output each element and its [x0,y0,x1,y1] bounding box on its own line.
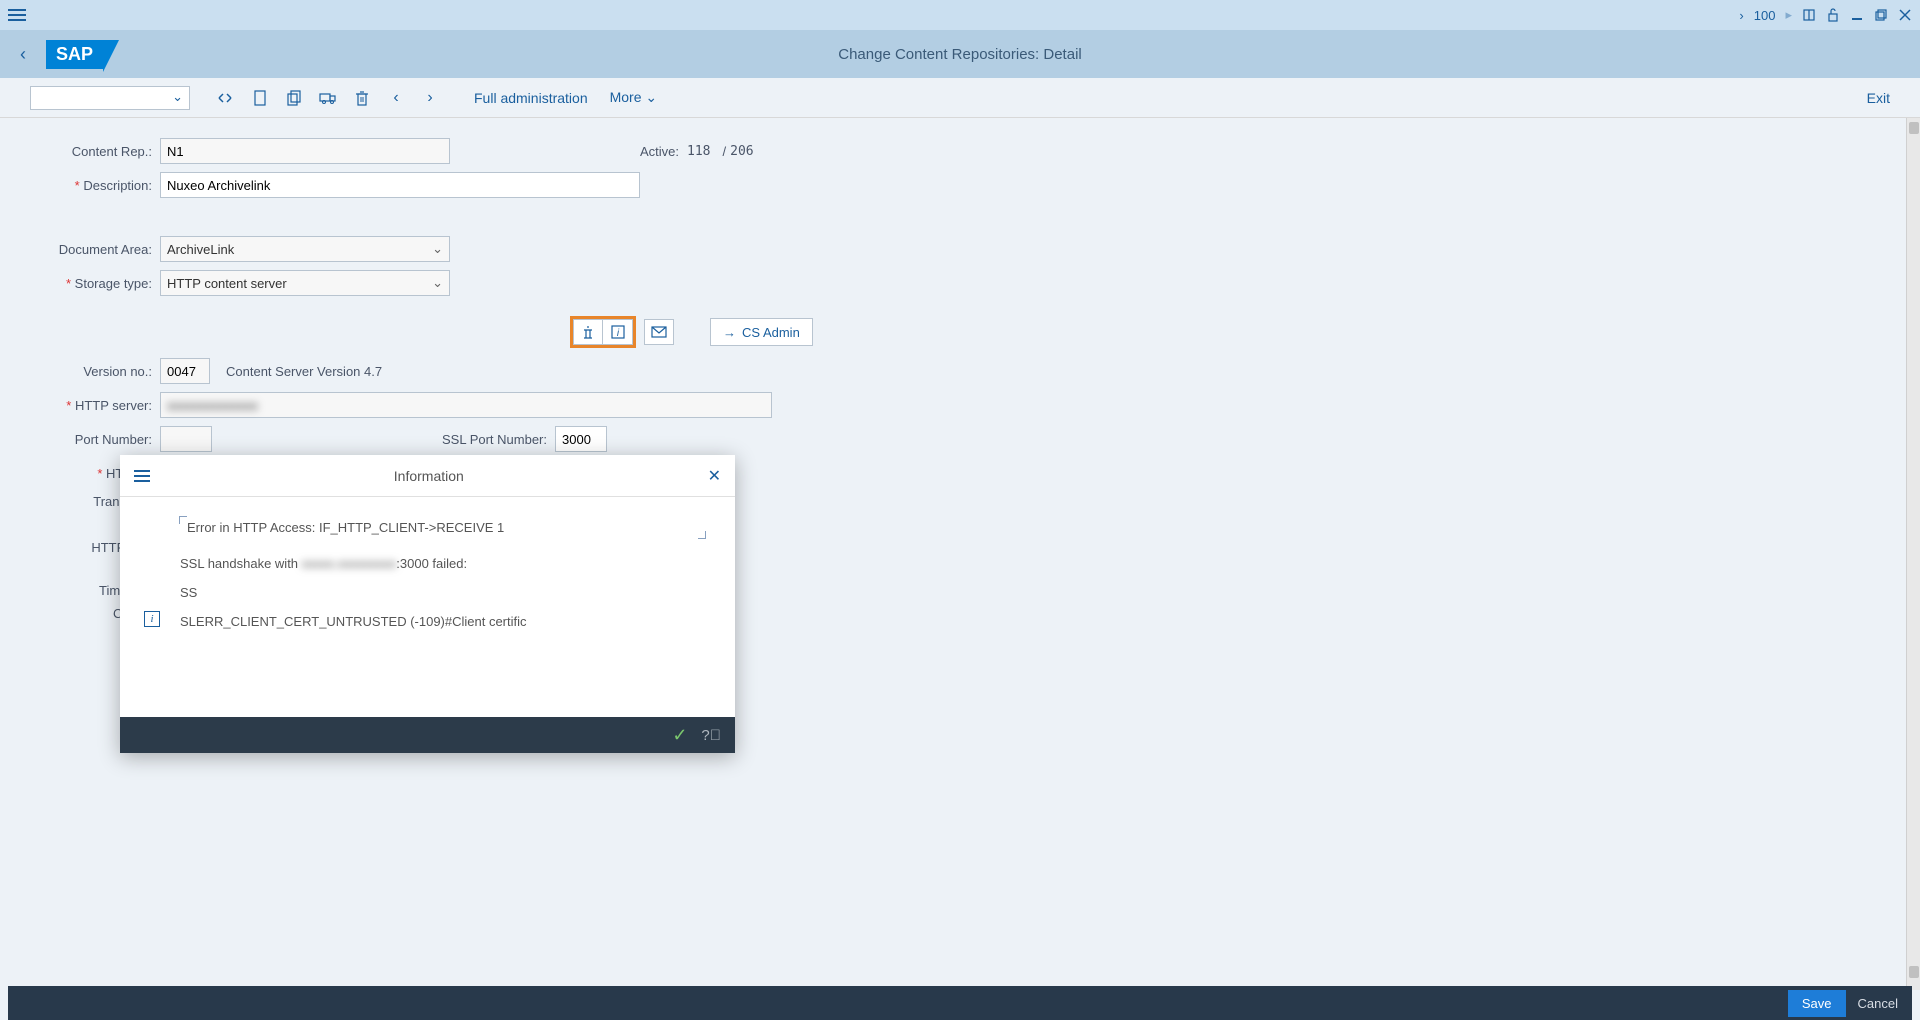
trash-icon[interactable] [348,84,376,112]
dialog-message-1: Error in HTTP Access: IF_HTTP_CLIENT->RE… [187,520,698,535]
active-total: 206 [730,144,753,159]
page-title: Change Content Repositories: Detail [838,46,1081,63]
next-icon[interactable]: › [416,84,444,112]
information-dialog: Information ✕ i Error in HTTP Access: IF… [120,455,735,753]
port-label: Port Number: [30,432,160,447]
svg-text:i: i [616,328,619,339]
storage-type-select[interactable]: HTTP content server [160,270,450,296]
dialog-close-button[interactable]: ✕ [708,466,721,486]
chevron-right-icon[interactable]: › [1739,8,1743,23]
scrollbar[interactable] [1906,118,1920,990]
dialog-help-button[interactable]: ?⃝ [701,727,721,744]
sap-logo: SAP [46,40,103,69]
dialog-title: Information [150,468,708,484]
version-input[interactable] [160,358,210,384]
more-menu[interactable]: More ⌄ [602,89,666,106]
play-icon[interactable]: ▸ [1785,7,1792,23]
dialog-message-4: SLERR_CLIENT_CERT_UNTRUSTED (-109)#Clien… [180,614,705,629]
dialog-message-3: SS [180,585,705,600]
mail-button[interactable] [644,319,674,345]
pin-icon[interactable] [1802,8,1816,22]
page-header: ‹ SAP Change Content Repositories: Detai… [0,30,1920,78]
minimize-icon[interactable] [1850,8,1864,22]
dialog-menu-icon[interactable] [134,470,150,482]
truck-icon[interactable] [314,84,342,112]
toolbar: ‹ › Full administration More ⌄ Exit [0,78,1920,118]
menu-icon[interactable] [8,8,26,22]
content-rep-label: Content Rep.: [30,144,160,159]
cs-admin-button[interactable]: → CS Admin [710,318,813,346]
copy-icon[interactable] [280,84,308,112]
active-sep: / [723,144,727,159]
info-icon: i [144,611,160,627]
active-value: 118 [687,144,710,159]
save-button[interactable]: Save [1788,990,1846,1017]
cancel-button[interactable]: Cancel [1858,996,1898,1011]
back-button[interactable]: ‹ [20,44,26,65]
window-titlebar: › 100 ▸ [0,0,1920,30]
zoom-value: 100 [1754,8,1776,23]
prev-icon[interactable]: ‹ [382,84,410,112]
highlighted-buttons: i [570,316,636,348]
unlock-icon[interactable] [1826,8,1840,22]
version-label: Version no.: [30,364,160,379]
toggle-icon[interactable] [212,84,240,112]
document-icon[interactable] [246,84,274,112]
version-text: Content Server Version 4.7 [226,364,382,379]
description-label: * Description: [30,178,160,193]
command-input[interactable] [30,86,190,110]
active-label: Active: [640,144,679,159]
content-rep-input[interactable] [160,138,450,164]
ssl-port-label: SSL Port Number: [442,432,547,447]
http-server-label: * HTTP server: [30,398,160,413]
ssl-port-input[interactable] [555,426,607,452]
close-icon[interactable] [1898,8,1912,22]
port-input[interactable] [160,426,212,452]
description-input[interactable] [160,172,640,198]
full-administration-link[interactable]: Full administration [466,90,596,106]
http-server-input[interactable]: xxxxxxxxxxxxxx [160,392,772,418]
test-connection-button[interactable] [573,319,603,345]
info-button[interactable]: i [603,319,633,345]
document-area-select[interactable]: ArchiveLink [160,236,450,262]
bottom-bar: Save Cancel [8,986,1912,1020]
storage-type-label: * Storage type: [30,276,160,291]
dialog-message-2: SSL handshake with xxxxx.xxxxxxxxx:3000 … [180,556,705,571]
restore-icon[interactable] [1874,8,1888,22]
document-area-label: Document Area: [30,242,160,257]
dialog-ok-button[interactable]: ✓ [672,725,687,746]
exit-link[interactable]: Exit [1867,90,1890,106]
